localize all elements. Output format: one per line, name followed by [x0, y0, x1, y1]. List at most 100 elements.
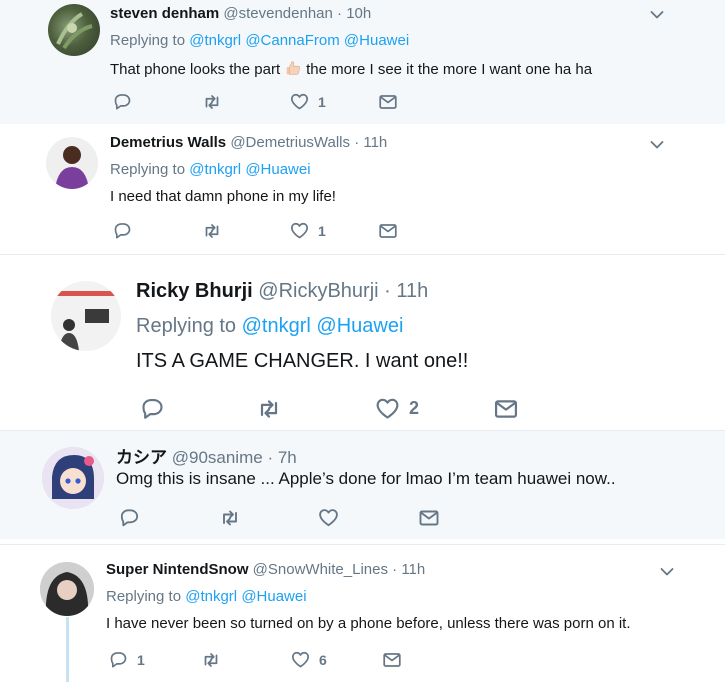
avatar[interactable] [46, 137, 98, 189]
replying-to: Replying to @tnkgrl @Huawei [136, 315, 403, 338]
tweet[interactable]: Ricky Bhurji @RickyBhurji · 11h Replying… [0, 262, 725, 430]
tweet[interactable]: steven denham @stevendenhan · 10h Replyi… [0, 0, 725, 125]
display-name[interactable]: Super NintendSnow [106, 561, 249, 578]
display-name[interactable]: Demetrius Walls [110, 134, 226, 151]
mention-link[interactable]: @tnkgrl [242, 315, 311, 337]
separator-dot: · [337, 5, 343, 22]
reply-button[interactable] [118, 506, 141, 529]
tweet-header: Ricky Bhurji @RickyBhurji · 11h [136, 280, 428, 303]
chevron-down-icon[interactable] [650, 10, 664, 20]
avatar[interactable] [51, 281, 121, 351]
tweet-text: That phone looks the part the more I see … [110, 59, 592, 78]
display-name[interactable]: Ricky Bhurji [136, 280, 253, 302]
tweet-header: steven denham @stevendenhan · 10h [110, 5, 371, 22]
username[interactable]: @SnowWhite_Lines [253, 561, 388, 578]
timestamp[interactable]: 11h [363, 134, 387, 151]
username[interactable]: @90sanime [172, 448, 263, 467]
display-name[interactable]: カシア [116, 448, 167, 467]
retweet-button[interactable] [201, 91, 223, 113]
reply-count: 1 [137, 651, 145, 668]
separator-dot: · [384, 280, 391, 302]
reply-button[interactable] [112, 220, 133, 241]
mention-link[interactable]: @tnkgrl [189, 32, 241, 49]
like-icon [374, 395, 401, 422]
replying-to: Replying to @tnkgrl @Huawei [110, 161, 311, 178]
avatar[interactable] [48, 4, 100, 56]
reply-icon [118, 506, 141, 529]
timestamp[interactable]: 10h [346, 5, 371, 22]
retweet-icon [218, 506, 242, 530]
tweet[interactable]: Super NintendSnow @SnowWhite_Lines · 11h… [0, 544, 725, 683]
like-icon [289, 91, 310, 112]
message-icon [381, 649, 403, 671]
display-name[interactable]: steven denham [110, 5, 219, 22]
tweet-text: I need that damn phone in my life! [110, 188, 336, 205]
like-button[interactable] [317, 506, 340, 529]
message-button[interactable] [492, 395, 520, 423]
avatar[interactable] [40, 562, 94, 616]
replying-to-label: Replying to [110, 161, 186, 178]
like-button[interactable]: 2 [374, 395, 419, 422]
message-button[interactable] [381, 649, 403, 671]
tweet-header: Super NintendSnow @SnowWhite_Lines · 11h [106, 561, 425, 578]
mention-link[interactable]: @Huawei [241, 588, 306, 605]
timestamp[interactable]: 11h [396, 280, 428, 302]
retweet-icon [201, 91, 223, 113]
message-icon [417, 506, 441, 530]
reply-icon [112, 220, 133, 241]
separator-dot: · [354, 134, 360, 151]
message-button[interactable] [377, 91, 399, 113]
like-button[interactable]: 6 [290, 649, 327, 670]
tweet-header: カシア @90sanime · 7h [116, 443, 297, 468]
retweet-icon [255, 395, 283, 423]
tweet[interactable]: カシア @90sanime · 7h Omg this is insane ..… [0, 430, 725, 539]
reply-button[interactable]: 1 [108, 649, 145, 670]
like-button[interactable]: 1 [289, 220, 326, 241]
message-icon [492, 395, 520, 423]
timestamp[interactable]: 7h [278, 448, 297, 467]
message-icon [377, 91, 399, 113]
tweet[interactable]: Demetrius Walls @DemetriusWalls · 11h Re… [0, 124, 725, 255]
reply-button[interactable] [112, 91, 133, 112]
mention-link[interactable]: @Huawei [316, 315, 403, 337]
mention-link[interactable]: @Huawei [245, 161, 310, 178]
replying-to-label: Replying to [106, 588, 182, 605]
mention-link[interactable]: @Huawei [344, 32, 409, 49]
retweet-button[interactable] [218, 506, 242, 530]
mention-link[interactable]: @tnkgrl [189, 161, 241, 178]
like-button[interactable]: 1 [289, 91, 326, 112]
tweet-text-part: That phone looks the part [110, 61, 281, 78]
replying-to: Replying to @tnkgrl @Huawei [106, 588, 307, 605]
reply-icon [112, 91, 133, 112]
retweet-icon [200, 649, 222, 671]
retweet-button[interactable] [200, 649, 222, 671]
separator-dot: · [267, 448, 274, 467]
like-icon [290, 649, 311, 670]
reply-icon [108, 649, 129, 670]
chevron-down-icon[interactable] [650, 140, 664, 150]
tweet-header: Demetrius Walls @DemetriusWalls · 11h [110, 134, 387, 151]
like-count: 2 [409, 398, 420, 418]
separator-dot: · [392, 561, 398, 578]
reply-button[interactable] [139, 395, 166, 422]
message-button[interactable] [377, 220, 399, 242]
retweet-button[interactable] [201, 220, 223, 242]
avatar[interactable] [42, 447, 104, 509]
chevron-down-icon[interactable] [660, 567, 674, 577]
message-button[interactable] [417, 506, 441, 530]
like-count: 1 [318, 93, 326, 110]
tweet-text-part: the more I see it the more I want one ha… [306, 61, 593, 78]
mention-link[interactable]: @CannaFrom [245, 32, 339, 49]
like-count: 6 [319, 651, 327, 668]
retweet-button[interactable] [255, 395, 283, 423]
thumbs-up-emoji [286, 61, 301, 75]
tweet-text: Omg this is insane ... Apple’s done for … [116, 469, 616, 488]
tweet-text: I have never been so turned on by a phon… [106, 615, 631, 632]
timestamp[interactable]: 11h [401, 561, 425, 578]
message-icon [377, 220, 399, 242]
username[interactable]: @DemetriusWalls [230, 134, 350, 151]
username[interactable]: @RickyBhurji [258, 280, 378, 302]
username[interactable]: @stevendenhan [223, 5, 332, 22]
replying-to-label: Replying to [136, 315, 237, 337]
mention-link[interactable]: @tnkgrl [185, 588, 237, 605]
